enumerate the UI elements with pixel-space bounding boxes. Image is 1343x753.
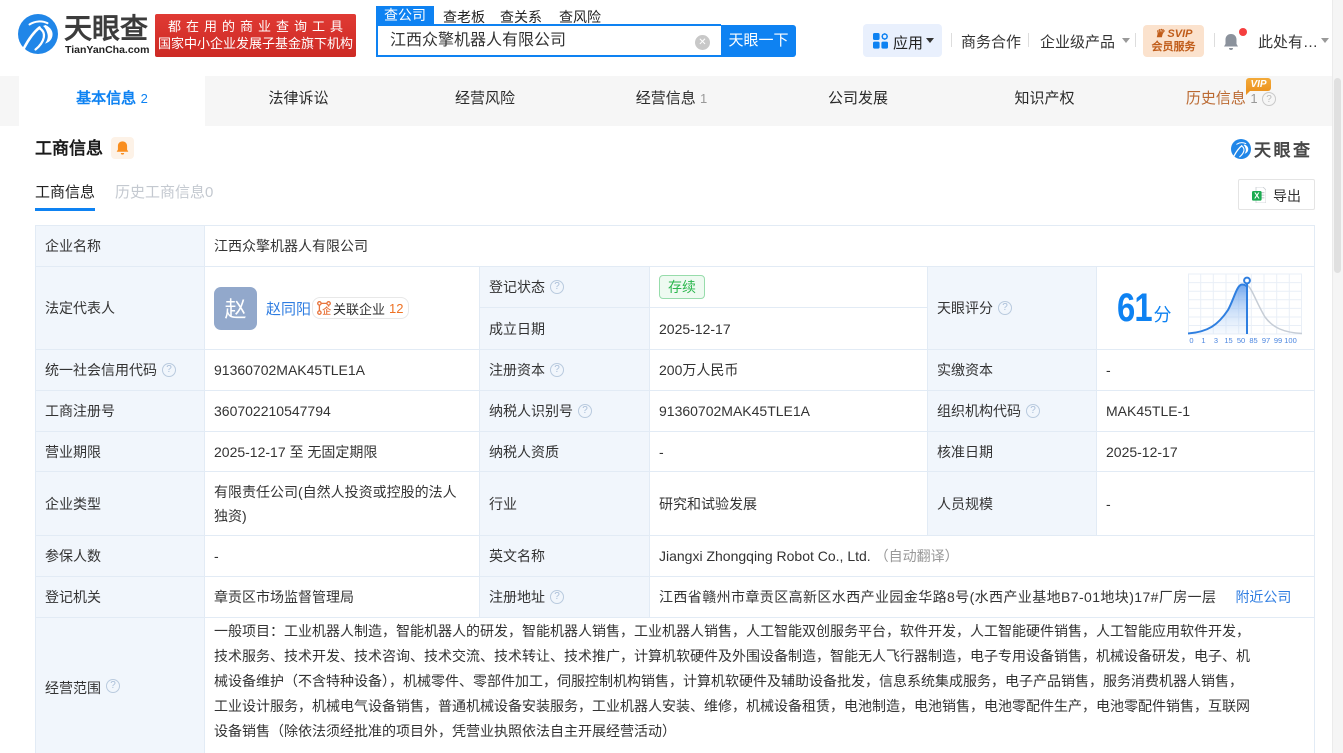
svg-text:企: 企 xyxy=(321,306,331,315)
svg-text:X: X xyxy=(1254,192,1260,201)
svg-text:50: 50 xyxy=(1236,336,1244,345)
svg-text:0: 0 xyxy=(1189,336,1193,345)
svg-text:15: 15 xyxy=(1224,336,1232,345)
svg-text:99: 99 xyxy=(1273,336,1281,345)
svg-text:100: 100 xyxy=(1284,336,1297,345)
svg-text:3: 3 xyxy=(1213,336,1217,345)
svg-text:85: 85 xyxy=(1249,336,1257,345)
svg-text:97: 97 xyxy=(1261,336,1269,345)
svg-text:1: 1 xyxy=(1201,336,1205,345)
